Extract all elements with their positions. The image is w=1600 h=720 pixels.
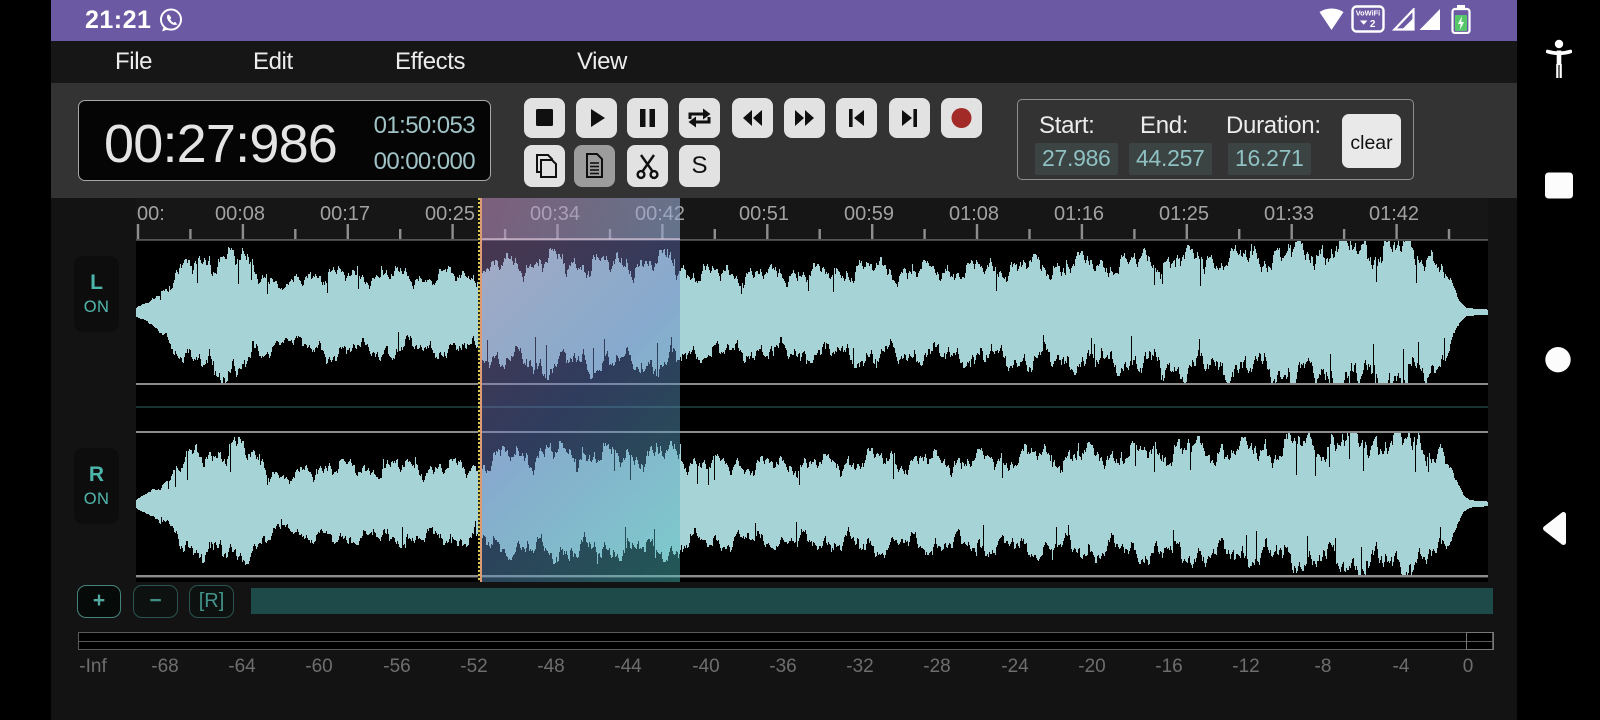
svg-text:01:16: 01:16	[1054, 203, 1104, 225]
svg-text:2: 2	[1370, 19, 1376, 30]
svg-text:00:25: 00:25	[425, 203, 475, 225]
svg-text:00:08: 00:08	[215, 203, 265, 225]
svg-text:00:51: 00:51	[739, 203, 789, 225]
svg-text:01:42: 01:42	[1369, 203, 1419, 225]
svg-text:00:17: 00:17	[320, 203, 370, 225]
svg-text:VoWiFi: VoWiFi	[1356, 9, 1380, 18]
svg-text:00:59: 00:59	[844, 203, 894, 225]
svg-text:01:25: 01:25	[1159, 203, 1209, 225]
svg-text:00:: 00:	[137, 203, 165, 225]
svg-text:01:33: 01:33	[1264, 203, 1314, 225]
svg-text:01:08: 01:08	[949, 203, 999, 225]
